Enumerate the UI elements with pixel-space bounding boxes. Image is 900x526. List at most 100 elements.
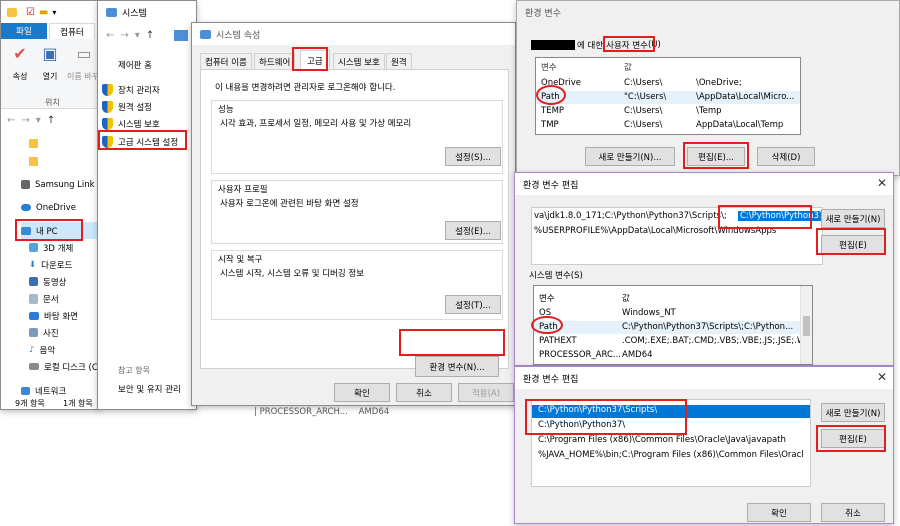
column-header-variable[interactable]: 변수	[541, 61, 557, 73]
ok-button[interactable]: 확인	[747, 503, 811, 522]
up-arrow-icon[interactable]: ↑	[47, 115, 61, 126]
nav-documents[interactable]: 문서	[29, 290, 59, 307]
cancel-button[interactable]: 취소	[821, 503, 885, 522]
folder-icon: ▬	[38, 6, 49, 18]
nav-samsung-link[interactable]: Samsung Link	[21, 176, 95, 193]
security-maintenance-link[interactable]: 보안 및 유지 관리	[118, 383, 181, 395]
forward-arrow-icon[interactable]: →	[120, 30, 134, 41]
new-entry-button[interactable]: 새로 만들기(N)	[821, 403, 885, 422]
chevron-down-icon[interactable]: ▾	[135, 30, 146, 41]
startup-settings-button[interactable]: 설정(T)...	[445, 295, 501, 314]
scrollbar[interactable]	[800, 286, 812, 364]
var-value: "C:\Users\	[624, 92, 667, 102]
rename-ribbon-button[interactable]: ▭ 이름 바꾸기	[67, 45, 99, 82]
var-value: C:\Python\Python37\Scripts\;C:\Python...	[622, 322, 794, 332]
nav-videos[interactable]: 동영상	[29, 273, 66, 290]
table-row[interactable]: Path C:\Python\Python37\Scripts\;C:\Pyth…	[534, 321, 812, 334]
quick-access-folder[interactable]	[29, 139, 38, 148]
control-panel-home-link[interactable]: 제어판 홈	[118, 59, 152, 71]
close-icon[interactable]: ✕	[877, 370, 887, 384]
nav-music[interactable]: ♪ 음악	[29, 341, 55, 358]
table-row[interactable]: Path "C:\Users\ \AppData\Local\Micro...	[536, 91, 800, 104]
status-item-count: 9개 항목	[15, 399, 45, 408]
nav-pictures[interactable]: 사진	[29, 324, 59, 341]
group-description: 시스템 시작, 시스템 오류 및 디버깅 정보	[220, 269, 365, 279]
check-icon[interactable]: ☑	[26, 7, 35, 18]
highlight-env-button	[399, 329, 505, 356]
environment-variables-button[interactable]: 환경 변수(N)...	[415, 356, 499, 377]
tab-computer[interactable]: 컴퓨터	[49, 23, 95, 39]
ok-button[interactable]: 확인	[334, 383, 390, 402]
nav-label: 네트워크	[35, 386, 67, 397]
nav-label: OneDrive	[36, 202, 76, 213]
chevron-down-icon[interactable]: ▾	[52, 8, 56, 17]
var-value: AMD64	[358, 407, 390, 417]
user-variables-list[interactable]: 변수 값 OneDrive C:\Users\ \OneDrive; Path …	[535, 57, 801, 135]
edit-env-titlebar: 환경 변수 편집 ✕	[515, 367, 893, 389]
chevron-down-icon[interactable]: ▾	[36, 115, 47, 126]
forward-arrow-icon[interactable]: →	[21, 115, 35, 126]
table-row[interactable]: OneDrive C:\Users\ \OneDrive;	[536, 77, 800, 90]
nav-3d-objects[interactable]: 3D 개체	[29, 239, 73, 256]
nav-label: 문서	[43, 294, 59, 305]
env-titlebar: 환경 변수	[517, 1, 899, 23]
download-icon: ⬇	[29, 259, 37, 270]
nav-label: 음악	[39, 345, 56, 356]
highlight-user-edit	[683, 142, 749, 169]
tab-remote[interactable]: 원격	[386, 53, 412, 70]
apply-button[interactable]: 적용(A)	[458, 383, 514, 402]
system-variables-list[interactable]: 변수 값 OS Windows_NT Path C:\Python\Python…	[533, 285, 813, 365]
nav-onedrive[interactable]: OneDrive	[21, 199, 76, 216]
profile-settings-button[interactable]: 설정(E)...	[445, 221, 501, 240]
close-icon[interactable]: ✕	[877, 176, 887, 190]
nav-label: 동영상	[43, 277, 67, 288]
up-arrow-icon[interactable]: ↑	[146, 30, 160, 41]
nav-downloads[interactable]: ⬇ 다운로드	[29, 256, 72, 273]
tab-file[interactable]: 파일	[1, 23, 47, 39]
network-icon	[21, 386, 30, 395]
column-header-variable[interactable]: 변수	[539, 292, 555, 304]
dialog-title: 시스템 속성	[216, 30, 261, 41]
list-item[interactable]: C:\Program Files (x86)\Common Files\Orac…	[532, 435, 810, 448]
nav-label: 3D 개체	[43, 243, 74, 254]
table-row[interactable]: OS Windows_NT	[534, 307, 812, 320]
ribbon: ✔ 속성 ▣ 열기 ▭ 이름 바꾸기 위치	[1, 39, 99, 109]
table-row[interactable]: PROCESSOR_ARC... AMD64	[534, 349, 812, 362]
user-new-button[interactable]: 새로 만들기(N)...	[585, 147, 675, 166]
user-delete-button[interactable]: 삭제(D)	[757, 147, 815, 166]
music-icon: ♪	[29, 344, 35, 355]
var-value: AMD64	[622, 350, 653, 360]
list-item[interactable]: %JAVA_HOME%\bin;C:\Program Files (x86)\C…	[532, 450, 810, 463]
quick-access-folder[interactable]	[29, 157, 38, 166]
table-row[interactable]: TEMP C:\Users\ \Temp	[536, 105, 800, 118]
remote-settings-link[interactable]: 원격 설정	[102, 98, 152, 115]
tab-computer-name[interactable]: 컴퓨터 이름	[200, 53, 252, 70]
var-value: \OneDrive;	[696, 78, 742, 88]
system-icon	[200, 29, 211, 39]
tab-hardware[interactable]: 하드웨어	[254, 53, 296, 70]
properties-ribbon-button[interactable]: ✔ 속성	[7, 45, 33, 82]
var-value: C:\Users\	[624, 106, 663, 116]
dialog-title: 환경 변수	[525, 8, 561, 19]
performance-settings-button[interactable]: 설정(S)...	[445, 147, 501, 166]
scrollbar-thumb[interactable]	[803, 316, 810, 336]
table-row[interactable]: TMP C:\Users\ AppData\Local\Temp	[536, 119, 800, 132]
group-title: 시작 및 복구	[218, 255, 263, 265]
nav-network[interactable]: 네트워크	[21, 382, 66, 399]
path-entry: %JAVA_HOME%\bin;C:\Program Files (x86)\C…	[538, 450, 804, 460]
back-arrow-icon[interactable]: ←	[7, 115, 21, 126]
tab-system-protection[interactable]: 시스템 보호	[333, 53, 385, 70]
device-manager-link[interactable]: 장치 관리자	[102, 81, 160, 98]
admin-note: 이 내용을 변경하려면 관리자로 로그온해야 합니다.	[215, 83, 396, 93]
new-entry-button[interactable]: 새로 만들기(N)	[821, 209, 885, 228]
table-row[interactable]: PATHEXT .COM;.EXE;.BAT;.CMD;.VBS;.VBE;.J…	[534, 335, 812, 348]
edit-env-titlebar: 환경 변수 편집 ✕	[515, 173, 893, 195]
cancel-button[interactable]: 취소	[396, 383, 452, 402]
open-ribbon-button[interactable]: ▣ 열기	[37, 45, 63, 82]
nav-local-disk[interactable]: 로컬 디스크 (C	[29, 358, 98, 375]
column-header-value[interactable]: 값	[622, 292, 630, 304]
back-arrow-icon[interactable]: ←	[106, 30, 120, 41]
edit-env-dialog-1: 환경 변수 편집 ✕ va\jdk1.8.0_171;C:\Python\Pyt…	[514, 172, 894, 366]
nav-desktop[interactable]: 바탕 화면	[29, 307, 78, 324]
column-header-value[interactable]: 값	[624, 61, 632, 73]
